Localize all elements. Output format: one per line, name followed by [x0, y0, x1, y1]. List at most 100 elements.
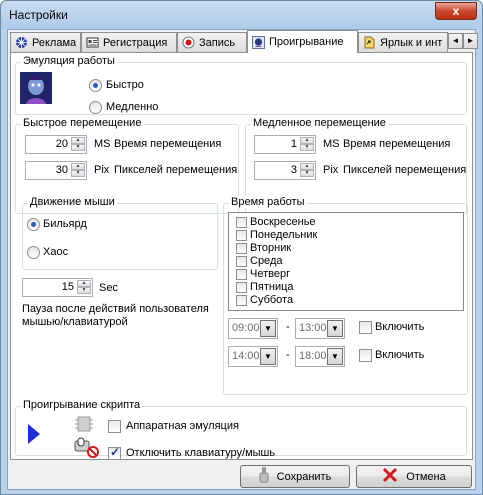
spin-up-button[interactable]: ▲: [77, 280, 91, 287]
gear-flower-icon: [15, 36, 28, 49]
work-time-group: Время работы Воскресенье Понедельник Вто…: [223, 196, 468, 395]
playback-panel: Эмуляция работы Быстро Медленно Быстрое …: [10, 52, 473, 460]
range-dash: -: [286, 349, 290, 361]
weekday-checkbox[interactable]: [236, 268, 247, 280]
tab-scroll-left-button[interactable]: ◄: [448, 33, 463, 49]
weekday-item[interactable]: Вторник: [233, 242, 291, 255]
spin-down-button[interactable]: ▼: [300, 170, 314, 177]
save-icon: [259, 467, 269, 486]
title-bar[interactable]: Настройки x: [1, 1, 482, 29]
unit-label: MS: [94, 138, 111, 150]
play-icon: [252, 35, 265, 49]
disable-input-checkbox[interactable]: [108, 445, 121, 460]
slow-move-pixels-label: Пикселей перемещения: [343, 164, 467, 176]
unit-label: MS: [323, 138, 340, 150]
tab-label: Проигрывание: [269, 36, 344, 48]
disable-input-label: Отключить клавиатуру/мышь: [126, 447, 276, 459]
weekday-checkbox[interactable]: [236, 281, 247, 293]
settings-window: Настройки x Реклама Регистрация Запись П…: [0, 0, 483, 495]
group-title: Быстрое перемещение: [21, 117, 144, 129]
weekday-checkbox[interactable]: [236, 294, 247, 306]
weekday-item[interactable]: Суббота: [233, 294, 293, 307]
chevron-down-icon[interactable]: ▼: [327, 348, 343, 365]
tab-shortcut[interactable]: Ярлык и инт: [358, 32, 448, 52]
tab-advertising[interactable]: Реклама: [10, 32, 81, 52]
spin-up-button[interactable]: ▲: [71, 163, 85, 170]
fast-move-pixels-spinner[interactable]: 30 ▲ ▼: [25, 161, 87, 180]
weekday-checklist[interactable]: Воскресенье Понедельник Вторник Среда Че…: [228, 212, 464, 311]
emulation-fast-label: Быстро: [106, 79, 144, 91]
unit-label: Pix: [94, 164, 110, 176]
range2-to-select[interactable]: 18:00 ▼: [295, 346, 345, 367]
tab-playback[interactable]: Проигрывание: [247, 30, 358, 53]
pause-spinner[interactable]: 15 ▲ ▼: [22, 278, 93, 297]
slow-move-pixels-spinner[interactable]: 3 ▲ ▼: [254, 161, 316, 180]
emulation-slow-radio[interactable]: [89, 101, 102, 114]
spinner-value: 3: [290, 164, 297, 176]
spin-down-button[interactable]: ▼: [77, 287, 91, 294]
emulation-group: Эмуляция работы Быстро Медленно: [15, 55, 467, 115]
weekday-checkbox[interactable]: [236, 242, 247, 254]
hardware-emulation-checkbox[interactable]: [108, 420, 121, 433]
group-title: Движение мыши: [28, 196, 117, 208]
emulation-fast-radio[interactable]: [89, 79, 102, 92]
chevron-down-icon[interactable]: ▼: [260, 348, 276, 365]
mouse-move-group: Движение мыши Бильярд Хаос: [22, 196, 218, 270]
fast-move-pixels-label: Пикселей перемещения: [114, 164, 238, 176]
slow-move-time-spinner[interactable]: 1 ▲ ▼: [254, 135, 316, 154]
range1-to-select[interactable]: 13:00 ▼: [295, 318, 345, 339]
spinner-value: 1: [290, 138, 297, 150]
mouse-chaos-radio[interactable]: [27, 246, 40, 259]
range2-enable-label: Включить: [375, 349, 425, 361]
range2-enable-checkbox[interactable]: [359, 349, 372, 362]
slow-move-time-label: Время перемещения: [343, 138, 451, 150]
record-icon: [182, 36, 195, 49]
dialog-client: Реклама Регистрация Запись Проигрывание …: [7, 29, 478, 490]
window-title: Настройки: [9, 8, 68, 22]
chevron-down-icon[interactable]: ▼: [327, 320, 343, 337]
spinner-value: 15: [61, 281, 74, 293]
weekday-checkbox[interactable]: [236, 255, 247, 267]
weekday-item[interactable]: Воскресенье: [233, 216, 316, 229]
cancel-label: Отмена: [406, 470, 446, 483]
chevron-down-icon[interactable]: ▼: [260, 320, 276, 337]
save-label: Сохранить: [276, 470, 332, 483]
pause-label-line2: мышью/клавиатурой: [22, 316, 128, 328]
shortcut-icon: [363, 36, 376, 49]
tab-registration[interactable]: Регистрация: [81, 32, 177, 52]
weekday-checkbox[interactable]: [236, 229, 247, 241]
tab-label: Запись: [199, 36, 236, 49]
spin-down-button[interactable]: ▼: [71, 144, 85, 151]
range-dash: -: [286, 321, 290, 333]
spin-down-button[interactable]: ▼: [71, 170, 85, 177]
spin-up-button[interactable]: ▲: [300, 137, 314, 144]
weekday-item[interactable]: Понедельник: [233, 229, 317, 242]
close-button[interactable]: x: [435, 2, 477, 20]
weekday-item[interactable]: Среда: [233, 255, 282, 268]
tab-label: Ярлык и инт: [380, 36, 443, 49]
range2-from-select[interactable]: 14:00 ▼: [228, 346, 278, 367]
tab-scroll-right-button[interactable]: ►: [463, 33, 478, 49]
disable-input-icon: [73, 435, 101, 462]
spin-up-button[interactable]: ▲: [300, 163, 314, 170]
tab-record[interactable]: Запись: [177, 32, 247, 52]
register-icon: [86, 36, 99, 49]
group-title: Проигрывание скрипта: [21, 399, 143, 411]
weekday-checkbox[interactable]: [236, 216, 247, 228]
spin-up-button[interactable]: ▲: [71, 137, 85, 144]
weekday-item[interactable]: Четверг: [233, 268, 290, 281]
range1-from-select[interactable]: 09:00 ▼: [228, 318, 278, 339]
tab-label: Регистрация: [103, 36, 168, 49]
unit-label: Pix: [323, 164, 339, 176]
weekday-item[interactable]: Пятница: [233, 281, 294, 294]
cancel-button[interactable]: Отмена: [356, 465, 472, 488]
range1-enable-checkbox[interactable]: [359, 321, 372, 334]
group-title: Медленное перемещение: [251, 117, 388, 129]
mouse-billiard-radio[interactable]: [27, 218, 40, 231]
fast-move-time-label: Время перемещения: [114, 138, 222, 150]
spin-down-button[interactable]: ▼: [300, 144, 314, 151]
hardware-emulation-label: Аппаратная эмуляция: [126, 420, 239, 432]
save-button[interactable]: Сохранить: [240, 465, 350, 488]
fast-move-time-spinner[interactable]: 20 ▲ ▼: [25, 135, 87, 154]
group-title: Время работы: [229, 196, 307, 208]
